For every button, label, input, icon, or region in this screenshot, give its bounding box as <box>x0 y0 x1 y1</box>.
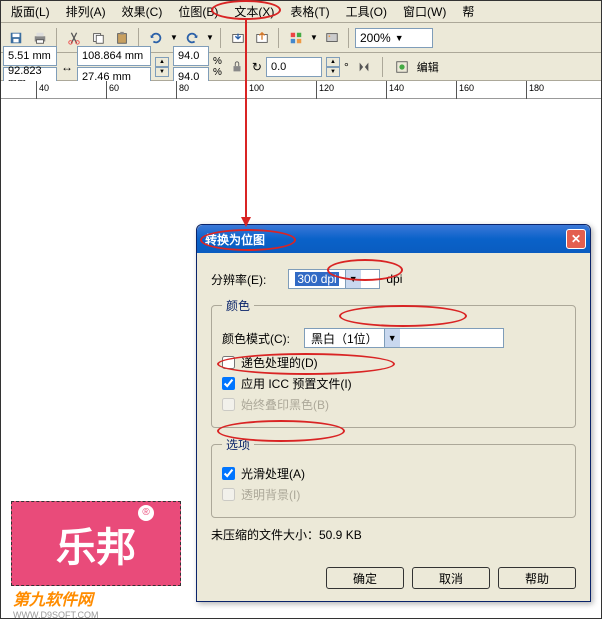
filesize-label: 未压缩的文件大小：50.9 KB <box>211 526 362 543</box>
resolution-combo[interactable]: 300 dpi ▼ <box>288 269 380 289</box>
degree-icon: ° <box>344 60 349 74</box>
spin-down-icon[interactable]: ▼ <box>155 67 169 77</box>
options-group: 选项 光滑处理(A) 透明背景(I) <box>211 436 576 518</box>
app-dropdown-icon[interactable]: ▼ <box>309 27 319 49</box>
icc-checkbox[interactable] <box>222 377 235 390</box>
color-mode-combo[interactable]: 黑白（1位） ▼ <box>304 328 504 348</box>
icc-label: 应用 ICC 预置文件(I) <box>241 375 352 392</box>
ruler: 40 60 80 100 120 140 160 180 <box>1 81 601 99</box>
pos-x-input[interactable]: 5.51 mm <box>3 46 57 66</box>
cancel-button[interactable]: 取消 <box>412 567 490 589</box>
menu-layout[interactable]: 版面(L) <box>3 0 58 23</box>
menu-arrange[interactable]: 排列(A) <box>58 0 114 23</box>
help-button[interactable]: 帮助 <box>498 567 576 589</box>
mirror-h-icon[interactable] <box>353 56 375 78</box>
logo-text: 乐邦 ® <box>56 515 136 573</box>
dither-checkbox[interactable] <box>222 356 235 369</box>
registered-icon: ® <box>138 505 154 521</box>
resolution-value: 300 dpi <box>295 272 338 286</box>
rot-down-icon[interactable]: ▼ <box>326 67 340 77</box>
watermark: 第九软件网 <box>13 586 93 610</box>
rotate-input[interactable]: 0.0 <box>266 57 322 77</box>
lock-ratio-icon[interactable] <box>226 56 248 78</box>
size-w-icon: ↔ <box>61 60 73 74</box>
import-icon[interactable] <box>227 27 249 49</box>
trace-icon[interactable] <box>391 56 413 78</box>
dialog-titlebar[interactable]: 转换为位图 ✕ <box>197 225 590 253</box>
chevron-down-icon: ▼ <box>345 270 361 288</box>
menu-text[interactable]: 文本(X) <box>226 0 282 23</box>
chevron-down-icon: ▼ <box>395 33 404 43</box>
color-mode-value: 黑白（1位） <box>311 330 378 347</box>
rotate-icon: ↻ <box>252 60 262 74</box>
color-legend: 颜色 <box>222 297 254 314</box>
export-icon[interactable] <box>251 27 273 49</box>
color-mode-label: 颜色模式(C): <box>222 330 290 347</box>
overprint-label: 始终叠印黑色(B) <box>241 396 329 413</box>
transparent-label: 透明背景(I) <box>241 486 300 503</box>
chevron-down-icon: ▼ <box>384 329 400 347</box>
menu-tools[interactable]: 工具(O) <box>338 0 395 23</box>
ok-button[interactable]: 确定 <box>326 567 404 589</box>
rot-up-icon[interactable]: ▲ <box>326 57 340 67</box>
menu-window[interactable]: 窗口(W) <box>395 0 454 23</box>
resolution-label: 分辨率(E): <box>211 271 266 288</box>
options-legend: 选项 <box>222 436 254 453</box>
menu-table[interactable]: 表格(T) <box>282 0 337 23</box>
transparent-checkbox <box>222 488 235 501</box>
dpi-unit: dpi <box>386 272 402 286</box>
color-group: 颜色 颜色模式(C): 黑白（1位） ▼ 递色处理的(D) 应用 ICC 预置文… <box>211 297 576 428</box>
zoom-dropdown[interactable]: 200% ▼ <box>355 28 433 48</box>
welcome-icon[interactable] <box>321 27 343 49</box>
menu-effects[interactable]: 效果(C) <box>114 0 171 23</box>
property-bar: 5.51 mm 92.823 mm ↔ 108.864 mm 27.46 mm … <box>1 53 601 81</box>
scale-x-input[interactable]: 94.0 <box>173 46 209 66</box>
convert-to-bitmap-dialog: 转换为位图 ✕ 分辨率(E): 300 dpi ▼ dpi 颜色 颜色模式(C)… <box>196 224 591 602</box>
antialias-checkbox[interactable] <box>222 467 235 480</box>
menu-help[interactable]: 帮 <box>454 0 482 23</box>
selected-bitmap[interactable]: 乐邦 ® <box>11 501 181 586</box>
overprint-checkbox <box>222 398 235 411</box>
edit-bitmap-label[interactable]: 编辑 <box>417 59 439 75</box>
spin-up-icon[interactable]: ▲ <box>155 57 169 67</box>
menu-bar: 版面(L) 排列(A) 效果(C) 位图(B) 文本(X) 表格(T) 工具(O… <box>1 1 601 23</box>
menu-bitmap[interactable]: 位图(B) <box>170 0 226 23</box>
app-launcher-icon[interactable] <box>285 27 307 49</box>
dialog-title: 转换为位图 <box>205 231 265 248</box>
antialias-label: 光滑处理(A) <box>241 465 305 482</box>
size-w-input[interactable]: 108.864 mm <box>77 46 151 66</box>
zoom-value: 200% <box>360 31 391 45</box>
dither-label: 递色处理的(D) <box>241 354 318 371</box>
close-icon[interactable]: ✕ <box>566 229 586 249</box>
